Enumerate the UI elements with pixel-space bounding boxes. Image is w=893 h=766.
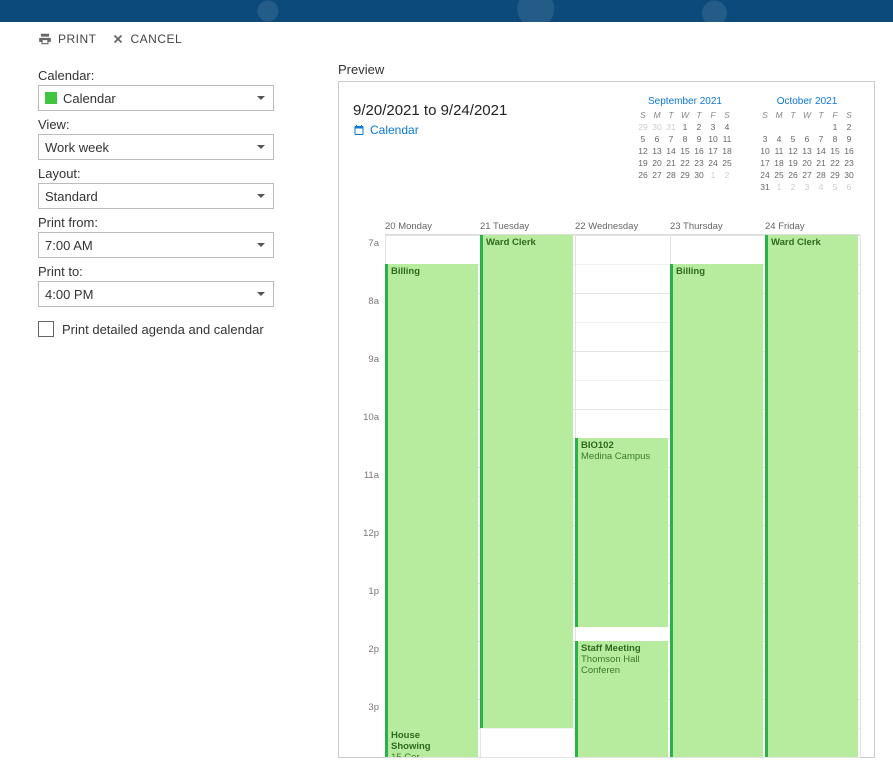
day-header: 20 Monday bbox=[385, 219, 480, 234]
calendar-icon bbox=[353, 124, 365, 136]
view-select[interactable]: Work week bbox=[38, 134, 274, 160]
mini-calendar-title: September 2021 bbox=[636, 96, 734, 107]
layout-select[interactable]: Standard bbox=[38, 183, 274, 209]
calendar-link-label: Calendar bbox=[370, 123, 419, 137]
print-from-select-value: 7:00 AM bbox=[45, 238, 93, 253]
mini-calendar: October 2021SMTWTFS123456789101112131415… bbox=[758, 96, 856, 193]
chevron-down-icon bbox=[257, 243, 265, 247]
hour-label: 1p bbox=[353, 585, 379, 643]
hour-label: 7a bbox=[353, 237, 379, 295]
preview-label: Preview bbox=[338, 62, 875, 77]
day-headers-row: 20 Monday21 Tuesday22 Wednesday23 Thursd… bbox=[385, 219, 860, 235]
calendar-color-swatch bbox=[45, 92, 57, 104]
layout-select-value: Standard bbox=[45, 189, 98, 204]
chevron-down-icon bbox=[257, 145, 265, 149]
calendar-event[interactable]: BIO102Medina Campus bbox=[575, 438, 668, 627]
calendar-grid: 20 Monday21 Tuesday22 Wednesday23 Thursd… bbox=[353, 219, 860, 757]
hour-label: 9a bbox=[353, 353, 379, 411]
close-icon bbox=[111, 32, 125, 46]
cancel-button-label: CANCEL bbox=[131, 32, 183, 46]
day-header: 23 Thursday bbox=[670, 219, 765, 234]
app-header-decoration bbox=[0, 0, 893, 22]
day-header: 21 Tuesday bbox=[480, 219, 575, 234]
hour-label: 2p bbox=[353, 643, 379, 701]
view-select-value: Work week bbox=[45, 140, 109, 155]
print-button[interactable]: PRINT bbox=[38, 32, 97, 46]
toolbar: PRINT CANCEL bbox=[0, 22, 893, 52]
day-header: 22 Wednesday bbox=[575, 219, 670, 234]
chevron-down-icon bbox=[257, 292, 265, 296]
view-field-label: View: bbox=[38, 117, 294, 132]
calendar-event[interactable]: Ward Clerk bbox=[765, 235, 858, 757]
hour-label: 8a bbox=[353, 295, 379, 353]
print-to-select-value: 4:00 PM bbox=[45, 287, 93, 302]
print-to-select[interactable]: 4:00 PM bbox=[38, 281, 274, 307]
print-button-label: PRINT bbox=[58, 32, 97, 46]
printer-icon bbox=[38, 32, 52, 46]
hour-label: 10a bbox=[353, 411, 379, 469]
print-from-field-label: Print from: bbox=[38, 215, 294, 230]
cancel-button[interactable]: CANCEL bbox=[111, 32, 183, 46]
hour-label: 3p bbox=[353, 701, 379, 759]
detailed-agenda-checkbox[interactable] bbox=[38, 321, 54, 337]
print-options-panel: Calendar: Calendar View: Work week Layou… bbox=[38, 62, 294, 758]
calendar-event[interactable]: Billing bbox=[385, 264, 478, 757]
calendar-event[interactable]: Ward Clerk bbox=[480, 235, 573, 728]
calendar-event[interactable]: Billing bbox=[670, 264, 763, 757]
layout-field-label: Layout: bbox=[38, 166, 294, 181]
calendar-select[interactable]: Calendar bbox=[38, 85, 274, 111]
chevron-down-icon bbox=[257, 96, 265, 100]
chevron-down-icon bbox=[257, 194, 265, 198]
mini-calendar: September 2021SMTWTFS2930311234567891011… bbox=[636, 96, 734, 193]
detailed-agenda-label: Print detailed agenda and calendar bbox=[62, 322, 264, 337]
hour-label: 11a bbox=[353, 469, 379, 527]
day-header: 24 Friday bbox=[765, 219, 860, 234]
calendar-event[interactable]: Staff MeetingThomson Hall Conferen bbox=[575, 641, 668, 757]
hour-label: 12p bbox=[353, 527, 379, 585]
calendar-field-label: Calendar: bbox=[38, 68, 294, 83]
mini-calendar-title: October 2021 bbox=[758, 96, 856, 107]
print-to-field-label: Print to: bbox=[38, 264, 294, 279]
calendar-event[interactable]: House Showing15 Cer bbox=[385, 728, 456, 757]
calendar-select-value: Calendar bbox=[63, 91, 116, 106]
preview-pane: 9/20/2021 to 9/24/2021 Calendar Septembe… bbox=[338, 81, 875, 758]
print-from-select[interactable]: 7:00 AM bbox=[38, 232, 274, 258]
